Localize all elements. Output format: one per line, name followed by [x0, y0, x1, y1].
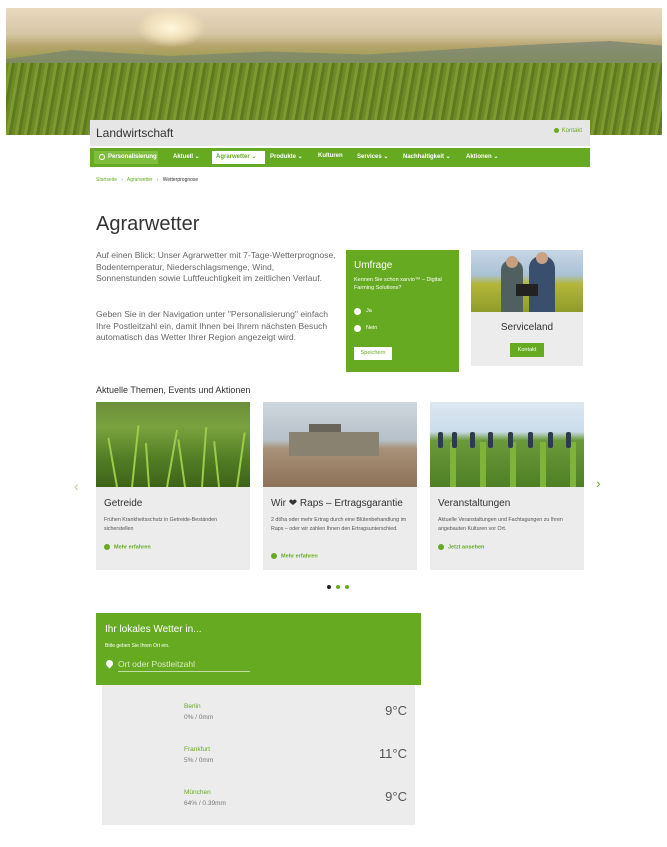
arrow-circle-icon: [271, 553, 277, 559]
nav-item-services[interactable]: Services ⌄: [357, 153, 388, 160]
weather-subtitle: Bitte geben Sie Ihren Ort ein.: [105, 643, 170, 649]
tablet: [516, 284, 538, 296]
intro-text: Auf einen Blick: Unser Agrarwetter mit 7…: [96, 250, 336, 283]
nav-item-nachhaltigkeit[interactable]: Nachhaltigkeit ⌄: [403, 153, 451, 160]
radio-ja[interactable]: [354, 308, 361, 315]
carousel-dot[interactable]: [336, 585, 340, 589]
carousel-dots: [327, 585, 357, 590]
card-link[interactable]: Mehr erfahren: [104, 544, 151, 550]
card-description: Aktuelle Veranstaltungen und Fachtagunge…: [438, 517, 563, 532]
carousel-prev-button[interactable]: ‹: [74, 478, 79, 494]
weather-row[interactable]: München 64% / 0.39mm 9°C: [102, 789, 415, 833]
carousel-dot-active[interactable]: [327, 585, 331, 589]
contact-link[interactable]: Kontakt: [553, 128, 582, 135]
nav-item-produkte[interactable]: Produkte ⌄: [270, 153, 303, 160]
card-title: Getreide: [104, 498, 143, 509]
card-description: Frühen Krankheitsschutz in Getreide-Best…: [104, 517, 218, 532]
page-title: Agrarwetter: [96, 213, 200, 235]
nav-personalization-label: Personalisierung: [108, 154, 157, 160]
card-getreide[interactable]: Getreide Frühen Krankheitsschutz in Getr…: [96, 402, 250, 570]
main-nav: Personalisierung Aktuell ⌄ Agrarwetter ⌄…: [90, 148, 590, 167]
radio-nein[interactable]: [354, 325, 361, 332]
weather-city: Frankfurt: [184, 746, 211, 753]
weather-city: Berlin: [184, 703, 201, 710]
contact-label: Kontakt: [561, 128, 582, 135]
location-pin-icon: [104, 658, 115, 669]
weather-row[interactable]: Frankfurt 5% / 0mm 11°C: [102, 746, 415, 790]
nav-item-kulturen[interactable]: Kulturen: [318, 153, 343, 159]
breadcrumb-home[interactable]: Startseite: [96, 177, 117, 183]
arrow-circle-icon: [438, 544, 444, 550]
nav-personalization[interactable]: Personalisierung: [94, 151, 158, 164]
card-raps[interactable]: Wir ❤ Raps – Ertragsgarantie 2 dt/ha ode…: [263, 402, 417, 570]
carousel-dot[interactable]: [345, 585, 349, 589]
weather-title: Ihr lokales Wetter in...: [105, 624, 202, 635]
location-input[interactable]: [118, 657, 250, 672]
service-label: Serviceland: [500, 322, 554, 333]
service-contact-button[interactable]: Kontakt: [510, 343, 544, 357]
card-veranstaltungen[interactable]: Veranstaltungen Aktuelle Veranstaltungen…: [430, 402, 584, 570]
weather-temp: 11°C: [378, 746, 407, 761]
survey-card: Umfrage Kennen Sie schon xarvio™ – Digit…: [346, 250, 459, 372]
weather-detail: 5% / 0mm: [184, 757, 214, 764]
survey-title: Umfrage: [354, 260, 393, 271]
service-photo: [471, 250, 583, 312]
nav-item-agrarwetter[interactable]: Agrarwetter ⌄: [216, 153, 256, 160]
weather-detail: 64% / 0.39mm: [184, 800, 226, 807]
survey-question: Kennen Sie schon xarvio™ – Digital Farmi…: [354, 277, 442, 291]
weather-list: Berlin 0% / 0mm 9°C Frankfurt 5% / 0mm 1…: [102, 685, 415, 825]
card-link[interactable]: Jetzt ansehen: [438, 544, 484, 550]
sun-glow: [136, 8, 206, 48]
card-image: [263, 402, 417, 487]
card-image: [96, 402, 250, 487]
nav-item-aktuell[interactable]: Aktuell ⌄: [173, 153, 200, 160]
harvester: [289, 432, 379, 456]
section-title: Aktuelle Themen, Events und Aktionen: [96, 385, 251, 395]
nav-item-aktionen[interactable]: Aktionen ⌄: [466, 153, 498, 160]
radio-nein-label: Nein: [366, 325, 378, 331]
weather-panel: Ihr lokales Wetter in... Bitte geben Sie…: [96, 613, 421, 685]
card-link[interactable]: Mehr erfahren: [271, 553, 318, 559]
site-header: Landwirtschaft Kontakt: [90, 120, 590, 146]
survey-save-button[interactable]: Speichern: [354, 347, 392, 360]
breadcrumb-parent[interactable]: Agrarwetter: [127, 177, 153, 183]
gear-icon: [99, 154, 105, 160]
carousel-next-button[interactable]: ›: [596, 475, 601, 491]
card-image: [430, 402, 584, 487]
card-title: Veranstaltungen: [438, 498, 511, 509]
site-brand[interactable]: Landwirtschaft: [96, 126, 173, 140]
card-description: 2 dt/ha oder mehr Ertrag durch eine Blüt…: [271, 517, 407, 532]
person-icon: [553, 128, 559, 133]
weather-temp: 9°C: [385, 703, 407, 718]
breadcrumb-current: Wetterprognose: [162, 177, 199, 183]
weather-temp: 9°C: [385, 789, 407, 804]
service-card: Serviceland Kontakt: [471, 250, 583, 366]
intro-text-2: Geben Sie in der Navigation unter "Perso…: [96, 309, 329, 342]
card-title: Wir ❤ Raps – Ertragsgarantie: [271, 498, 403, 509]
weather-detail: 0% / 0mm: [184, 714, 214, 721]
arrow-circle-icon: [104, 544, 110, 550]
weather-row[interactable]: Berlin 0% / 0mm 9°C: [102, 703, 415, 747]
person-face: [506, 256, 518, 268]
hero-image: [6, 8, 662, 135]
weather-city: München: [184, 789, 211, 796]
person-face: [536, 252, 548, 264]
breadcrumb: Startseite › Agrarwetter › Wetterprognos…: [96, 177, 199, 183]
radio-ja-label: Ja: [366, 308, 372, 314]
